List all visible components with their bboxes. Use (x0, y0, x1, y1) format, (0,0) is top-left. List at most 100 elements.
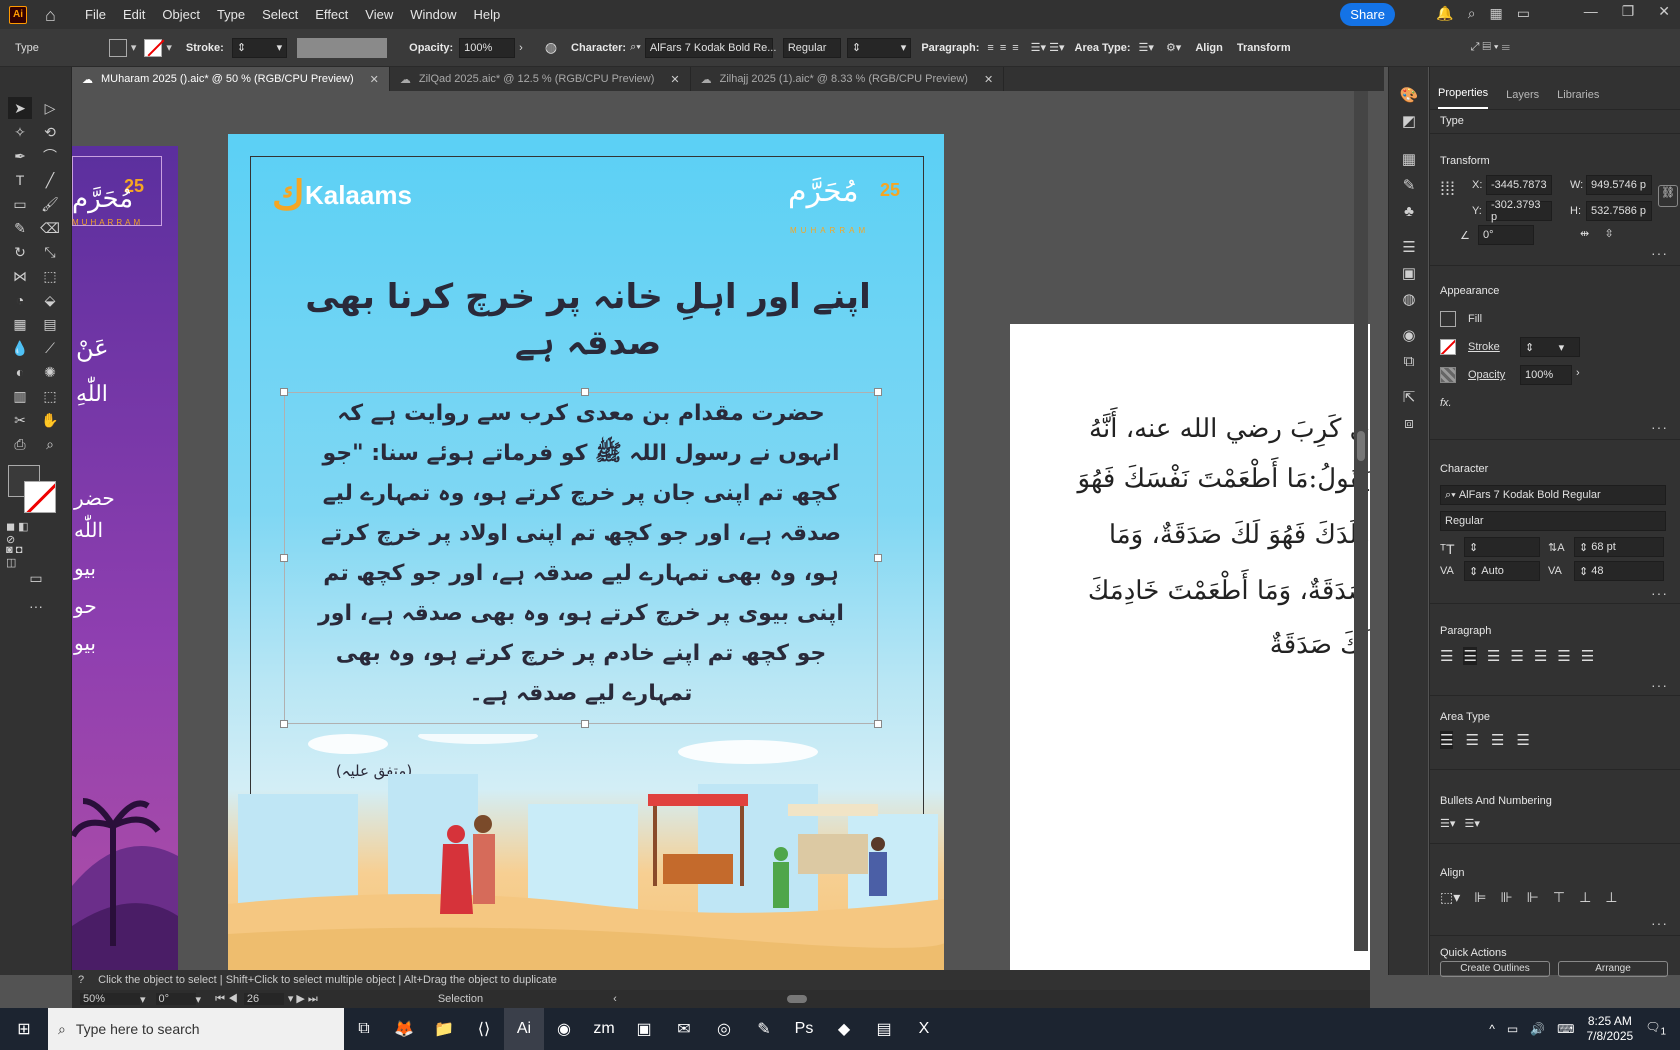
menu-view[interactable]: View (365, 7, 393, 22)
notepad-icon[interactable]: ▤ (864, 1008, 904, 1050)
fx-button[interactable]: fx. (1440, 397, 1452, 409)
more-options-icon[interactable]: ··· (1651, 419, 1668, 435)
menu-help[interactable]: Help (473, 7, 500, 22)
windows-start-icon[interactable]: ⊞ (4, 1008, 44, 1050)
next-artboard-icon[interactable]: ▾ ▶ ⏭ (288, 992, 318, 1006)
arrange-docs-icon[interactable]: ▭ (1517, 5, 1530, 22)
chevron-down-icon[interactable]: ▾ (140, 993, 146, 1006)
selection-handle[interactable] (581, 720, 589, 728)
rotation-field[interactable]: 0° (155, 993, 196, 1005)
bell-icon[interactable]: 🔔 (1436, 5, 1453, 22)
workspace-icon[interactable]: ▦ (1490, 5, 1503, 22)
reference-point-icon[interactable]: ⁞⁞⁞ (1440, 179, 1455, 200)
opacity-field[interactable]: 100% (1520, 365, 1572, 385)
align-right-icon[interactable]: ☰ (1487, 647, 1500, 665)
chrome-icon[interactable]: ◉ (544, 1008, 584, 1050)
perspective-icon[interactable]: ⬙ (38, 289, 62, 311)
font-search-icon[interactable]: ⌕▾ (630, 41, 641, 54)
panel-menu-icon[interactable]: ⤢ ▤ ▾ ☰ (1471, 41, 1510, 54)
mesh-icon[interactable]: ▦ (8, 313, 32, 335)
screen-mode-icon[interactable]: ▭ (24, 567, 48, 589)
image-trace-icon[interactable]: ◩ (1399, 111, 1419, 131)
direct-selection-tool-icon[interactable]: ▷ (38, 97, 62, 119)
font-size-field[interactable]: ⇕ (1464, 537, 1540, 557)
line-tool-icon[interactable]: ╱ (38, 169, 62, 191)
close-tab-icon[interactable]: ✕ (984, 73, 993, 86)
slice-icon[interactable]: ✂ (8, 409, 32, 431)
right-artboard[interactable]: ي كَرِبَ رضي الله عنه، أَنَّهُ يَقُولُ:م… (1010, 324, 1370, 975)
symbol-sprayer-icon[interactable]: ✺ (38, 361, 62, 383)
lasso-icon[interactable]: ⟲ (38, 121, 62, 143)
selection-handle[interactable] (280, 720, 288, 728)
zoom-app-icon[interactable]: zm (584, 1008, 624, 1050)
stroke-swatch[interactable] (1440, 339, 1456, 355)
share-button[interactable]: Share (1340, 3, 1395, 26)
align-to-icon[interactable]: ⬚▾ (1440, 889, 1460, 906)
artboards-panel-icon[interactable]: ⧈ (1399, 413, 1419, 433)
tab-zilqad[interactable]: ☁ ZilQad 2025.aic* @ 12.5 % (RGB/CPU Pre… (390, 67, 691, 91)
task-view-icon[interactable]: ⧉ (344, 1008, 384, 1050)
pen-tool-icon[interactable]: ✒ (8, 145, 32, 167)
transparency-icon[interactable]: ◍ (1399, 289, 1419, 309)
app-icon[interactable]: ◆ (824, 1008, 864, 1050)
canvas[interactable]: 25 مُحَرَّم MUHARRAM عَنْ اللّٰهِ حضر ال… (72, 91, 1370, 975)
arrange-button[interactable]: Arrange (1558, 961, 1668, 977)
font-style-field[interactable]: Regular (1440, 511, 1666, 531)
vertical-align-center-icon[interactable]: ⊥ (1579, 889, 1591, 906)
font-style-field[interactable]: Regular (782, 37, 841, 58)
left-artboard[interactable]: 25 مُحَرَّم MUHARRAM عَنْ اللّٰهِ حضر ال… (72, 146, 178, 974)
stroke-profile[interactable] (297, 37, 388, 58)
shaper-icon[interactable]: ✎ (8, 217, 32, 239)
puppet-icon[interactable]: ⚙▾ (1166, 41, 1181, 54)
vertical-align-top-icon[interactable]: ⊤ (1553, 889, 1565, 906)
leading-field[interactable]: ⇕ 68 pt (1574, 537, 1664, 557)
measure-icon[interactable]: ⟋ (38, 337, 62, 359)
align-top-icon[interactable]: ☰ (1440, 731, 1454, 749)
appearance-panel-icon[interactable]: ◉ (1399, 325, 1419, 345)
area-type-icon[interactable]: ☰▾ (1139, 41, 1154, 54)
opacity-field[interactable]: 100% (459, 37, 516, 58)
menu-effect[interactable]: Effect (315, 7, 348, 22)
tracking-field[interactable]: ⇕ 48 (1574, 561, 1664, 581)
paintbrush-icon[interactable]: 🖌 (38, 193, 62, 215)
file-explorer-icon[interactable]: 📁 (424, 1008, 464, 1050)
menu-type[interactable]: Type (217, 7, 245, 22)
stroke-color-swatch[interactable] (24, 481, 56, 513)
horizontal-align-center-icon[interactable]: ⊪ (1500, 889, 1512, 906)
color-panel-icon[interactable]: 🎨 (1399, 85, 1419, 105)
chevron-down-icon[interactable]: ▾ (196, 993, 202, 1006)
fill-swatch[interactable] (108, 38, 127, 57)
h-field[interactable]: 532.7586 p (1586, 201, 1652, 221)
zoom-icon[interactable]: ⌕ (38, 433, 62, 455)
more-options-icon[interactable]: ··· (1651, 245, 1668, 261)
tab-libraries[interactable]: Libraries (1557, 89, 1599, 109)
kerning-field[interactable]: ⇕ Auto (1464, 561, 1540, 581)
menu-window[interactable]: Window (410, 7, 456, 22)
more-options-icon[interactable]: ··· (1651, 677, 1668, 693)
draw-mode-icons[interactable]: ◙ ◘ ◫ (6, 544, 30, 569)
search-icon[interactable]: ⌕ (1468, 5, 1476, 22)
chevron-right-icon[interactable]: › (1576, 367, 1580, 379)
recolor-icon[interactable]: ◍ (545, 39, 557, 56)
minimize-icon[interactable]: — (1584, 3, 1598, 20)
stroke-swatch[interactable] (144, 38, 165, 57)
export-icon[interactable]: ⇱ (1399, 387, 1419, 407)
close-tab-icon[interactable]: ✕ (670, 73, 679, 86)
more-tools-icon[interactable]: ··· (24, 595, 48, 617)
justify-right-icon[interactable]: ☰ (1557, 647, 1570, 665)
stroke-weight-field[interactable]: ⇕ ▾ (231, 37, 288, 58)
chevron-right-icon[interactable]: › (519, 42, 523, 54)
selection-tool-icon[interactable]: ➤ (8, 97, 32, 119)
rotate-icon[interactable]: ↻ (8, 241, 32, 263)
align-bottom-icon[interactable]: ☰ (1491, 731, 1504, 749)
pen-app-icon[interactable]: ✎ (744, 1008, 784, 1050)
justify-center-icon[interactable]: ☰ (1534, 647, 1547, 665)
close-icon[interactable]: ✕ (1658, 3, 1670, 20)
menu-edit[interactable]: Edit (123, 7, 145, 22)
creative-cloud-icon[interactable]: ◎ (704, 1008, 744, 1050)
flip-icons[interactable]: ⇹ ⇳ (1580, 227, 1614, 240)
align-link[interactable]: Align (1195, 42, 1223, 54)
angle-field[interactable]: 0° (1478, 225, 1534, 245)
zoom-field[interactable]: 50% (80, 993, 140, 1005)
tab-properties[interactable]: Properties (1438, 87, 1489, 109)
